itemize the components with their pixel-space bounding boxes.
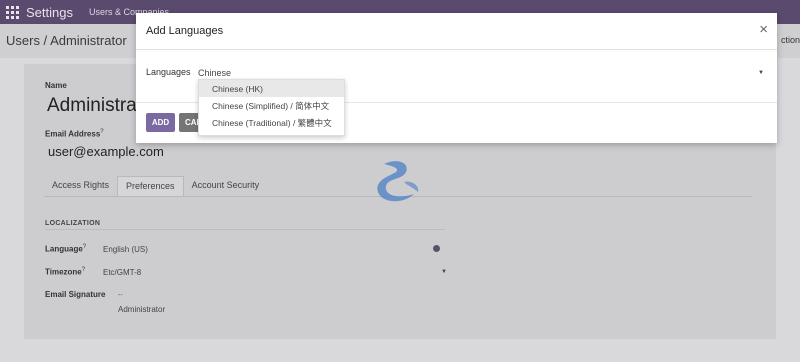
add-button[interactable]: ADD [146, 113, 175, 132]
timezone-label: Timezone? [45, 267, 85, 277]
dialog-header: Add Languages × [136, 13, 777, 50]
close-icon[interactable]: × [759, 21, 768, 38]
email-label-text: Email Address [45, 129, 101, 139]
dropdown-item-chinese-hk[interactable]: Chinese (HK) [199, 80, 344, 97]
name-label: Name [45, 81, 67, 90]
notebook-tabs: Access Rights Preferences Account Securi… [44, 176, 267, 196]
signature-label: Email Signature [45, 290, 106, 299]
watermark-logo-icon [377, 161, 419, 202]
language-label-text: Language [45, 244, 83, 254]
app-title[interactable]: Settings [26, 5, 73, 20]
help-mark-icon[interactable]: ? [83, 244, 86, 250]
caret-down-icon[interactable]: ▼ [441, 269, 447, 275]
tab-preferences[interactable]: Preferences [117, 176, 184, 196]
language-field[interactable]: English (US) [103, 245, 148, 254]
signature-separator: -- [118, 292, 123, 299]
tab-account-security[interactable]: Account Security [184, 176, 268, 196]
timezone-field[interactable]: Etc/GMT-8 [103, 268, 141, 277]
dropdown-item-chinese-simplified[interactable]: Chinese (Simplified) / 简体中文 [199, 97, 344, 114]
caret-down-icon[interactable]: ▼ [758, 70, 764, 76]
section-divider [45, 229, 445, 230]
globe-icon[interactable] [433, 245, 440, 252]
action-menu-button[interactable]: ction [781, 35, 800, 45]
breadcrumb[interactable]: Users / Administrator [6, 33, 127, 48]
tab-access-rights[interactable]: Access Rights [44, 176, 117, 196]
language-label: Language? [45, 244, 86, 254]
dropdown-item-chinese-traditional[interactable]: Chinese (Traditional) / 繁體中文 [199, 114, 344, 131]
timezone-label-text: Timezone [45, 267, 82, 277]
help-mark-icon[interactable]: ? [82, 267, 85, 273]
languages-label: Languages [146, 67, 191, 77]
dialog-title: Add Languages [146, 25, 224, 37]
apps-grid-icon[interactable] [6, 5, 20, 19]
email-field[interactable]: user@example.com [48, 144, 164, 159]
language-autocomplete-dropdown: Chinese (HK) Chinese (Simplified) / 简体中文… [198, 79, 345, 136]
section-localization-title: LOCALIZATION [45, 220, 101, 227]
email-label: Email Address? [45, 129, 104, 139]
help-mark-icon[interactable]: ? [100, 129, 103, 135]
signature-field[interactable]: Administrator [118, 305, 165, 314]
languages-input[interactable] [198, 66, 768, 80]
